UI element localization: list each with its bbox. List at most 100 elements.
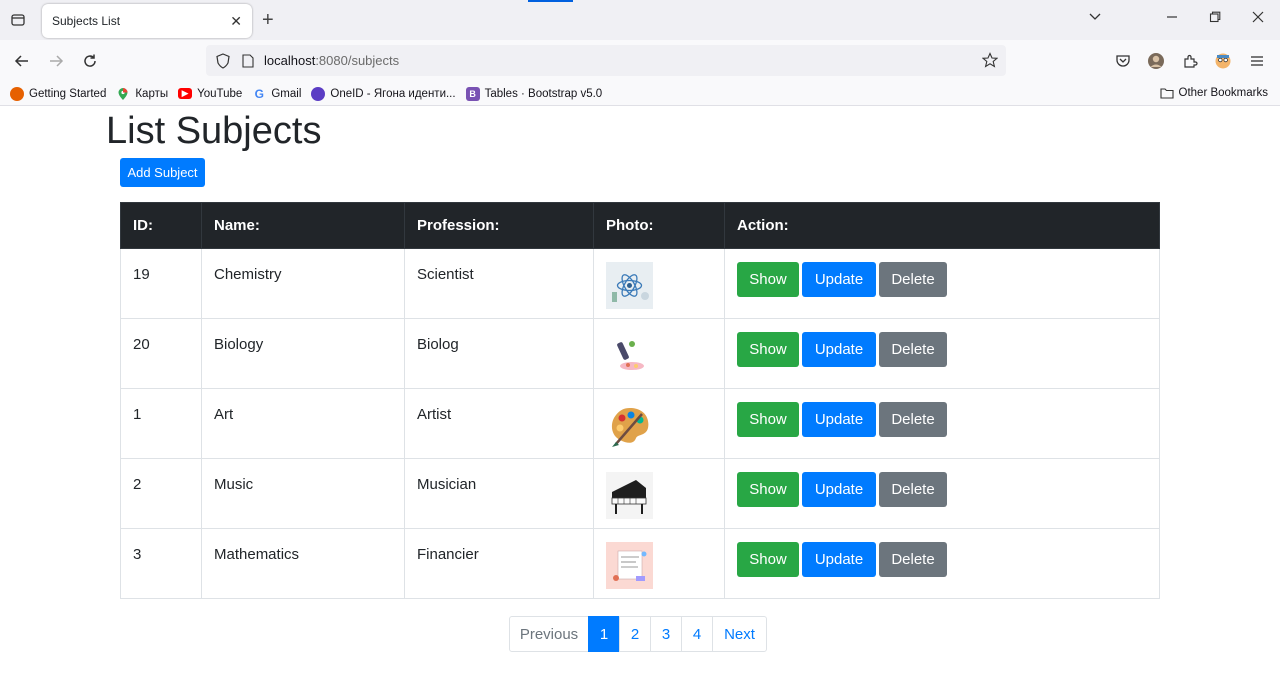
menu-hamburger-icon[interactable]	[1247, 51, 1267, 71]
cell-id: 20	[120, 318, 202, 389]
bookmark-label: YouTube	[197, 87, 243, 100]
cell-id: 1	[120, 388, 202, 459]
column-header-id: ID:	[120, 202, 202, 249]
firefox-icon	[10, 86, 24, 101]
cell-profession: Biolog	[404, 318, 594, 389]
update-button[interactable]: Update	[802, 402, 876, 437]
google-icon: G	[254, 86, 265, 101]
cell-photo	[593, 248, 725, 319]
bookmark-label: Getting Started	[29, 87, 107, 100]
minimize-icon[interactable]	[1166, 10, 1178, 26]
cell-actions: Show Update Delete	[724, 528, 1160, 599]
tab-title: Subjects List	[52, 14, 121, 28]
update-button[interactable]: Update	[802, 332, 876, 367]
bookmark-label: Карты	[135, 87, 169, 100]
delete-button[interactable]: Delete	[879, 332, 947, 367]
cell-name: Art	[201, 388, 405, 459]
account-avatar-icon[interactable]	[1146, 51, 1166, 71]
bookmark-label: Tables · Bootstrap v5.0	[484, 87, 603, 100]
address-bar[interactable]: localhost:8080/subjects	[206, 45, 1006, 76]
delete-button[interactable]: Delete	[879, 542, 947, 577]
bookmark-label: Gmail	[271, 87, 302, 100]
bookmark-youtube[interactable]: ▶ YouTube	[178, 88, 242, 100]
page-title: List Subjects	[106, 110, 322, 152]
cell-name: Music	[201, 458, 405, 529]
column-header-photo: Photo:	[593, 202, 725, 249]
cell-actions: Show Update Delete	[724, 388, 1160, 459]
cell-actions: Show Update Delete	[724, 318, 1160, 389]
shield-icon[interactable]	[216, 52, 230, 69]
update-button[interactable]: Update	[802, 472, 876, 507]
tab-list-icon[interactable]	[8, 10, 28, 30]
cell-profession: Scientist	[404, 248, 594, 319]
table-row: 1 Art Artist Show Update Delete	[120, 388, 1160, 459]
youtube-icon: ▶	[178, 88, 193, 99]
bookmark-bootstrap-tables[interactable]: B Tables · Bootstrap v5.0	[465, 86, 603, 101]
cell-photo	[593, 318, 725, 389]
piano-image	[606, 472, 653, 519]
browser-tab[interactable]: Subjects List ✕	[42, 4, 252, 38]
bootstrap-icon: B	[465, 86, 480, 101]
cell-actions: Show Update Delete	[724, 458, 1160, 529]
column-header-action: Action:	[724, 202, 1160, 249]
pagination-page-4[interactable]: 4	[681, 616, 713, 652]
forward-arrow-icon[interactable]	[46, 51, 66, 71]
cell-profession: Financier	[404, 528, 594, 599]
pagination-next[interactable]: Next	[712, 616, 767, 652]
add-subject-button[interactable]: Add Subject	[120, 158, 205, 187]
show-button[interactable]: Show	[737, 332, 799, 367]
url-path: :8080/subjects	[315, 53, 400, 68]
delete-button[interactable]: Delete	[879, 262, 947, 297]
table-row: 20 Biology Biolog Show Update Delete	[120, 318, 1160, 389]
table-row: 2 Music Musician Show Update Delete	[120, 458, 1160, 529]
close-window-icon[interactable]	[1252, 10, 1264, 26]
cell-actions: Show Update Delete	[724, 248, 1160, 319]
show-button[interactable]: Show	[737, 402, 799, 437]
delete-button[interactable]: Delete	[879, 402, 947, 437]
extensions-icon[interactable]	[1180, 51, 1200, 71]
delete-button[interactable]: Delete	[879, 472, 947, 507]
page-content: List Subjects Add Subject ID: Name: Prof…	[0, 106, 1280, 682]
cell-id: 2	[120, 458, 202, 529]
tab-indicator	[528, 0, 573, 2]
table-row: 3 Mathematics Financier Show Update Dele…	[120, 528, 1160, 599]
bookmark-label: OneID - Ягона иденти...	[330, 87, 456, 100]
browser-tab-bar: Subjects List ✕ +	[0, 0, 1280, 40]
bookmark-maps[interactable]: Карты	[116, 87, 168, 101]
pagination-page-1[interactable]: 1	[588, 616, 620, 652]
cell-id: 19	[120, 248, 202, 319]
cell-photo	[593, 528, 725, 599]
table-header-row: ID: Name: Profession: Photo: Action:	[120, 202, 1160, 249]
pocket-icon[interactable]	[1113, 51, 1133, 71]
column-header-name: Name:	[201, 202, 405, 249]
chevron-down-icon[interactable]	[1088, 10, 1102, 27]
restore-icon[interactable]	[1209, 10, 1221, 26]
biology-image	[606, 332, 653, 379]
update-button[interactable]: Update	[802, 542, 876, 577]
back-arrow-icon[interactable]	[12, 51, 32, 71]
close-tab-icon[interactable]: ✕	[230, 13, 242, 30]
pagination-page-2[interactable]: 2	[619, 616, 651, 652]
table-row: 19 Chemistry Scientist Show Update Delet…	[120, 248, 1160, 319]
new-tab-icon[interactable]: +	[262, 10, 274, 30]
oneid-icon	[311, 86, 326, 101]
update-button[interactable]: Update	[802, 262, 876, 297]
pagination-previous[interactable]: Previous	[509, 616, 589, 652]
extension-face-icon[interactable]	[1213, 51, 1233, 71]
bookmark-star-icon[interactable]	[981, 52, 999, 71]
cell-photo	[593, 458, 725, 529]
pagination-page-3[interactable]: 3	[650, 616, 682, 652]
subjects-table: ID: Name: Profession: Photo: Action: 19 …	[120, 202, 1160, 599]
cell-id: 3	[120, 528, 202, 599]
bookmark-oneid[interactable]: OneID - Ягона иденти...	[311, 86, 456, 101]
show-button[interactable]: Show	[737, 472, 799, 507]
reload-icon[interactable]	[80, 51, 100, 71]
bookmark-gmail[interactable]: G Gmail	[252, 86, 302, 101]
show-button[interactable]: Show	[737, 262, 799, 297]
page-info-icon[interactable]	[242, 53, 254, 68]
show-button[interactable]: Show	[737, 542, 799, 577]
cell-name: Biology	[201, 318, 405, 389]
bookmark-getting-started[interactable]: Getting Started	[10, 86, 107, 101]
other-bookmarks[interactable]: Other Bookmarks	[1159, 87, 1268, 99]
mathematics-image	[606, 542, 653, 589]
